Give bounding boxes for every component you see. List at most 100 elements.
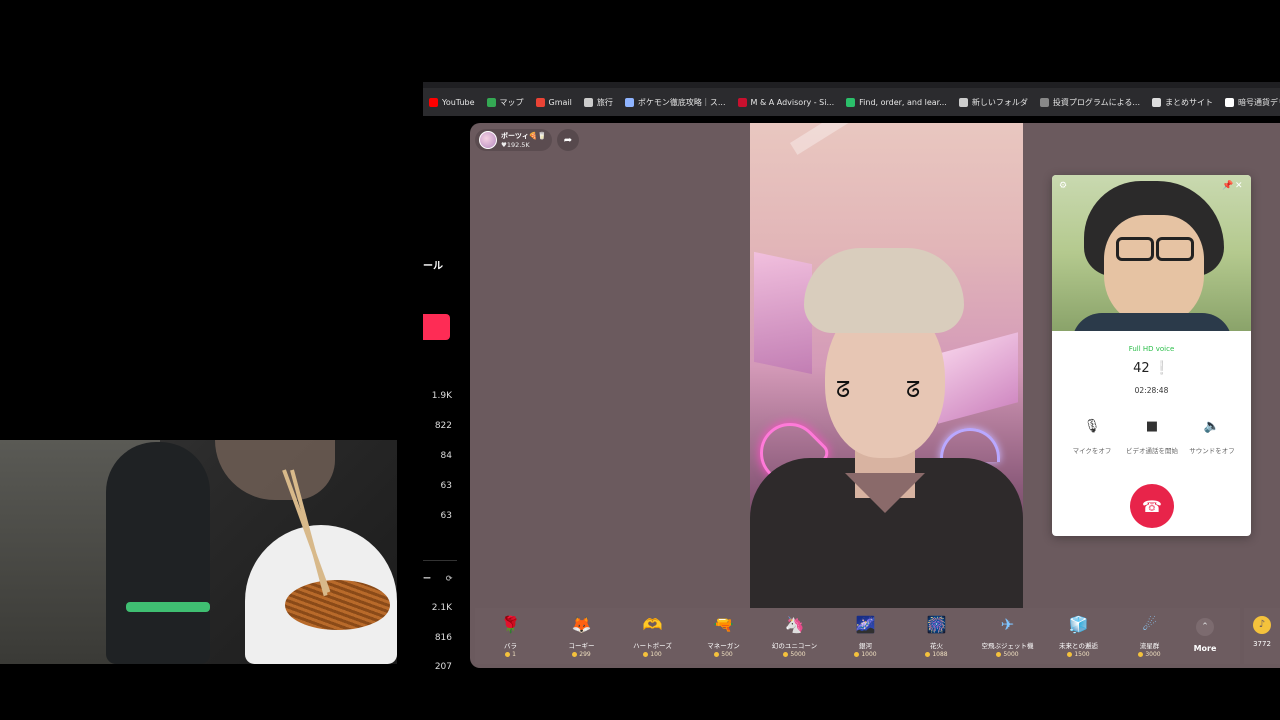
gift-name: 銀河 bbox=[859, 642, 872, 650]
bookmark-label: 投資プログラムによる... bbox=[1052, 97, 1140, 107]
gift-name: 未来との邂逅 bbox=[1059, 642, 1098, 650]
gift-icon: ☄ bbox=[1142, 615, 1157, 634]
gift-name: バラ bbox=[504, 642, 517, 650]
share-icon[interactable]: ➦ bbox=[557, 129, 579, 151]
sidebar-divider bbox=[423, 560, 457, 561]
refresh-icon[interactable]: ⟳ bbox=[446, 574, 453, 583]
gift-icon: ✈ bbox=[1000, 615, 1015, 634]
bookmark-item[interactable]: 新しいフォルダ bbox=[953, 88, 1034, 116]
gift-price-value: 5000 bbox=[1003, 651, 1019, 658]
coin-icon bbox=[996, 652, 1002, 657]
live-stage: ボーツィ🍕🥛 ♥192.5K ➦ ᘔ ᘔ ⚙ 📌 ✕ Full HD voice… bbox=[470, 123, 1280, 668]
sidebar-stat: 2.1K bbox=[431, 603, 452, 613]
coin-icon bbox=[572, 652, 578, 657]
cam-microphone bbox=[106, 442, 210, 664]
gift-bar: 🌹 バラ 1 🦊 コーギー 299 🫶 ハートポーズ 100 🔫 マネーガン 500 🦄 幻のユニコーン 5… bbox=[475, 608, 1240, 664]
call-control-speaker[interactable]: 🔈 サウンドをオフ bbox=[1182, 419, 1242, 455]
call-control-label: マイクをオフ bbox=[1072, 447, 1112, 455]
chevron-up-icon: ⌃ bbox=[1196, 618, 1214, 636]
bookmark-label: Gmail bbox=[548, 97, 572, 107]
gmail-icon bbox=[535, 97, 545, 107]
bookmark-item[interactable]: ポケモン徹底攻略｜ス... bbox=[619, 88, 732, 116]
maps-pin-icon bbox=[486, 97, 496, 107]
bookmark-label: YouTube bbox=[442, 97, 475, 107]
sidebar-stat: 63 bbox=[440, 481, 452, 491]
neon-rainbow-sign bbox=[940, 428, 1000, 462]
gift-name: コーギー bbox=[568, 642, 595, 650]
gift-item[interactable]: 🌹 バラ 1 bbox=[475, 608, 546, 658]
bookmark-item[interactable]: まとめサイト bbox=[1146, 88, 1219, 116]
avatar-glasses-left bbox=[1116, 237, 1154, 261]
bookmark-item[interactable]: 暗号通貨デリバティブ... bbox=[1219, 88, 1280, 116]
gift-price: 500 bbox=[688, 651, 759, 658]
gift-price-value: 100 bbox=[650, 651, 662, 658]
more-gifts-button[interactable]: ⌃ More bbox=[1185, 608, 1225, 653]
sidebar-stat: 84 bbox=[440, 451, 452, 461]
ma-advisory-icon bbox=[737, 97, 747, 107]
gift-price-value: 3000 bbox=[1145, 651, 1161, 658]
callee-name: 42 ❕ bbox=[1133, 361, 1170, 376]
bookmark-item[interactable]: 旅行 bbox=[578, 88, 619, 116]
gift-price: 100 bbox=[617, 651, 688, 658]
pokemon-site-icon bbox=[624, 97, 634, 107]
gift-item[interactable]: 🎆 花火 1088 bbox=[901, 608, 972, 658]
bookmark-item[interactable]: マップ bbox=[481, 88, 530, 116]
bookmark-item[interactable]: M & A Advisory - Si... bbox=[732, 88, 841, 116]
settings-icon[interactable]: ⚙ bbox=[1059, 181, 1067, 191]
call-control-label: ビデオ通話を開始 bbox=[1126, 447, 1178, 455]
coin-balance[interactable]: ♪ 3772 bbox=[1244, 608, 1280, 664]
sidebar-stat: 822 bbox=[434, 421, 452, 431]
gift-price: 1000 bbox=[830, 651, 901, 658]
avatar-shirt bbox=[1072, 313, 1232, 331]
coin-icon bbox=[783, 652, 789, 657]
coin-icon: ♪ bbox=[1253, 616, 1271, 634]
call-quality: Full HD voice bbox=[1128, 345, 1175, 353]
bookmark-item[interactable]: Gmail bbox=[530, 88, 578, 116]
gift-icon: 🧊 bbox=[1068, 615, 1089, 634]
bookmark-label: ポケモン徹底攻略｜ス... bbox=[637, 97, 726, 107]
host-avatar[interactable] bbox=[479, 131, 497, 149]
sidebar-stat: 816 bbox=[434, 633, 452, 643]
wall-poster bbox=[938, 332, 1018, 424]
bookmark-item[interactable]: YouTube bbox=[423, 88, 481, 116]
call-window: ⚙ 📌 ✕ Full HD voice 42 ❕ 02:28:48 🎙 マイクをオ… bbox=[1052, 175, 1251, 536]
sidebar-follow-button[interactable] bbox=[423, 314, 450, 340]
gift-item[interactable]: 🦊 コーギー 299 bbox=[546, 608, 617, 658]
video-camera-icon: ■ bbox=[1145, 419, 1159, 434]
gift-price-value: 1 bbox=[512, 651, 516, 658]
gift-item[interactable]: ☄ 流星群 3000 bbox=[1114, 608, 1185, 658]
gift-item[interactable]: ✈ 空飛ぶジェット機 5000 bbox=[972, 608, 1043, 658]
host-name: ボーツィ🍕🥛 bbox=[501, 131, 547, 140]
gift-icon: 🫶 bbox=[642, 615, 663, 634]
cam-hand bbox=[215, 440, 335, 500]
gift-item[interactable]: 🔫 マネーガン 500 bbox=[688, 608, 759, 658]
live-video: ᘔ ᘔ bbox=[750, 123, 1023, 608]
bookmark-label: 暗号通貨デリバティブ... bbox=[1238, 97, 1280, 107]
gift-icon: 🦊 bbox=[571, 615, 592, 634]
bookmark-item[interactable]: 投資プログラムによる... bbox=[1034, 88, 1146, 116]
crypto-icon bbox=[1225, 97, 1234, 107]
host-likes: ♥192.5K bbox=[501, 140, 530, 149]
close-icon[interactable]: ✕ bbox=[1235, 181, 1243, 191]
call-control-video-camera[interactable]: ■ ビデオ通話を開始 bbox=[1122, 419, 1182, 455]
gift-item[interactable]: 🦄 幻のユニコーン 5000 bbox=[759, 608, 830, 658]
screen: YouTube マップ Gmail 旅行 ポケモン徹底攻略｜ス... M & A Advi… bbox=[0, 0, 1280, 720]
gift-price-value: 1000 bbox=[861, 651, 877, 658]
call-control-microphone[interactable]: 🎙 マイクをオフ bbox=[1062, 419, 1122, 455]
gift-price-value: 299 bbox=[579, 651, 591, 658]
bookmark-item[interactable]: Find, order, and lear... bbox=[840, 88, 953, 116]
gift-item[interactable]: 🌌 銀河 1000 bbox=[830, 608, 901, 658]
pin-icon[interactable]: 📌 bbox=[1222, 181, 1233, 191]
hang-up-button[interactable]: ☎ bbox=[1130, 484, 1174, 528]
ceiling-light bbox=[790, 123, 968, 155]
sidebar-stat: 63 bbox=[440, 511, 452, 521]
gift-icon: 🌌 bbox=[855, 615, 876, 634]
coin-icon bbox=[854, 652, 860, 657]
coin-icon bbox=[643, 652, 649, 657]
host-info-pill[interactable]: ボーツィ🍕🥛 ♥192.5K bbox=[475, 129, 552, 151]
folder-icon bbox=[583, 97, 593, 107]
gift-price-value: 5000 bbox=[790, 651, 806, 658]
gift-item[interactable]: 🫶 ハートポーズ 100 bbox=[617, 608, 688, 658]
invest-icon bbox=[1039, 97, 1049, 107]
gift-item[interactable]: 🧊 未来との邂逅 1500 bbox=[1043, 608, 1114, 658]
